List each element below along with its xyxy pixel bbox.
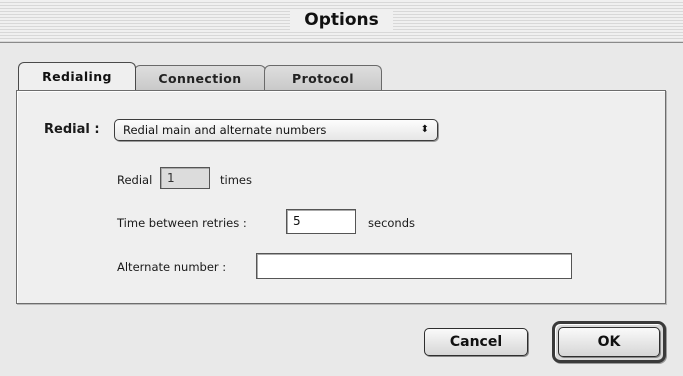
time-between-field[interactable]: 5 [286, 209, 356, 234]
tab-connection[interactable]: Connection [134, 65, 266, 90]
redial-count-field[interactable]: 1 [160, 167, 210, 189]
redial-mode-value: Redial main and alternate numbers [123, 123, 327, 137]
cancel-button[interactable]: Cancel [424, 328, 528, 356]
redial-count-suffix: times [220, 173, 252, 187]
window-titlebar[interactable]: Options [0, 0, 683, 43]
redial-mode-popup[interactable]: Redial main and alternate numbers ⬍ [114, 119, 438, 141]
alternate-number-label: Alternate number : [117, 260, 227, 274]
tab-protocol[interactable]: Protocol [264, 65, 382, 90]
ok-button[interactable]: OK [558, 327, 660, 357]
alternate-number-field[interactable] [256, 253, 572, 279]
window-title: Options [0, 10, 683, 30]
time-between-unit: seconds [368, 216, 416, 230]
time-between-label: Time between retries : [117, 216, 247, 230]
tab-redialing[interactable]: Redialing [18, 62, 136, 90]
redial-count-prefix: Redial [117, 173, 153, 187]
redial-label: Redial : [44, 122, 100, 137]
up-down-arrows-icon: ⬍ [420, 124, 429, 135]
